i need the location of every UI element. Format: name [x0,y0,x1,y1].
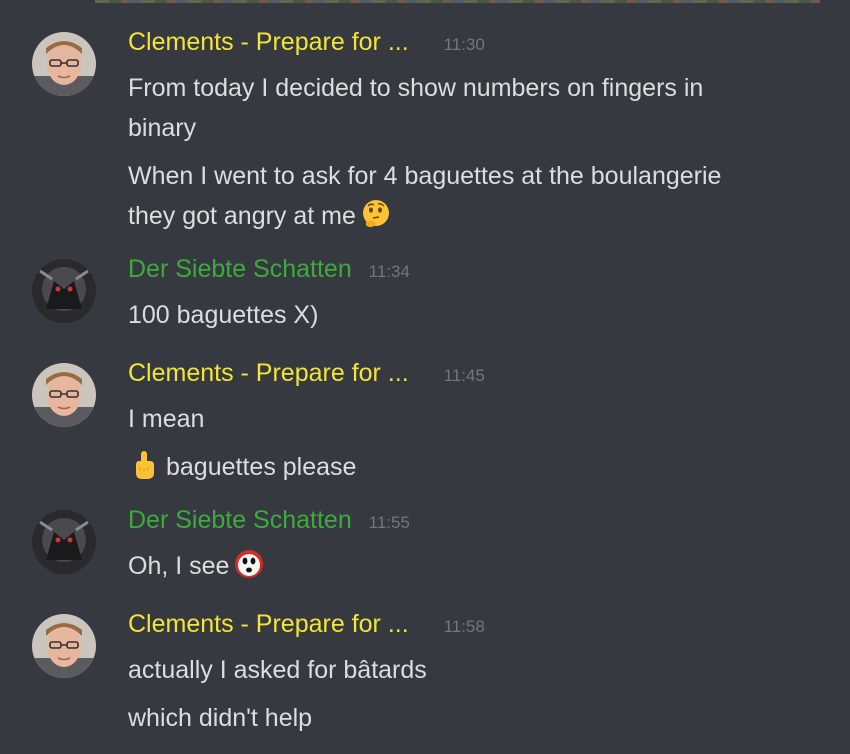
message-text: Oh, I see [128,546,828,586]
message-line: I mean [128,405,205,433]
avatar[interactable] [32,510,96,574]
timestamp[interactable]: 11:58 [444,617,485,636]
timestamp[interactable]: 11:55 [369,513,410,532]
message-header: Der Siebte Schatten 11:55 [128,503,410,537]
message-text: baguettes please [128,447,828,487]
avatar[interactable] [32,614,96,678]
username[interactable]: Clements - Prepare for ... [128,610,409,638]
message-text: 100 baguettes X) [128,295,828,335]
message-line: baguettes please [166,453,357,481]
thinking-face-icon [362,200,389,228]
avatar[interactable] [32,32,96,96]
message-text: From today I decided to show numbers on … [128,68,828,148]
timestamp[interactable]: 11:30 [444,35,485,54]
message-line: Oh, I see [128,552,230,580]
middle-finger-icon [136,451,154,479]
timestamp[interactable]: 11:45 [444,366,485,385]
avatar[interactable] [32,259,96,323]
previous-message-image-edge [95,0,820,3]
message-line: actually I asked for bâtards [128,656,427,684]
timestamp[interactable]: 11:34 [369,262,410,281]
message-text: I mean [128,399,828,439]
username[interactable]: Clements - Prepare for ... [128,359,409,387]
message-header: Clements - Prepare for ... 11:58 [128,607,485,641]
message-text: When I went to ask for 4 baguettes at th… [128,156,828,236]
message-header: Der Siebte Schatten 11:34 [128,252,410,286]
username[interactable]: Clements - Prepare for ... [128,28,409,56]
message-line: which didn't help [128,704,313,732]
message-header: Clements - Prepare for ... 11:30 [128,25,485,59]
message-line: When I went to ask for 4 baguettes at th… [128,162,722,230]
message-header: Clements - Prepare for ... 11:45 [128,356,485,390]
username[interactable]: Der Siebte Schatten [128,255,352,283]
shy-guy-mask-icon [235,550,264,578]
message-line: 100 baguettes X) [128,301,319,329]
username[interactable]: Der Siebte Schatten [128,506,352,534]
message-line: From today I decided to show numbers on … [128,74,704,142]
message-text: which didn't help [128,698,828,738]
avatar[interactable] [32,363,96,427]
message-text: actually I asked for bâtards [128,650,828,690]
